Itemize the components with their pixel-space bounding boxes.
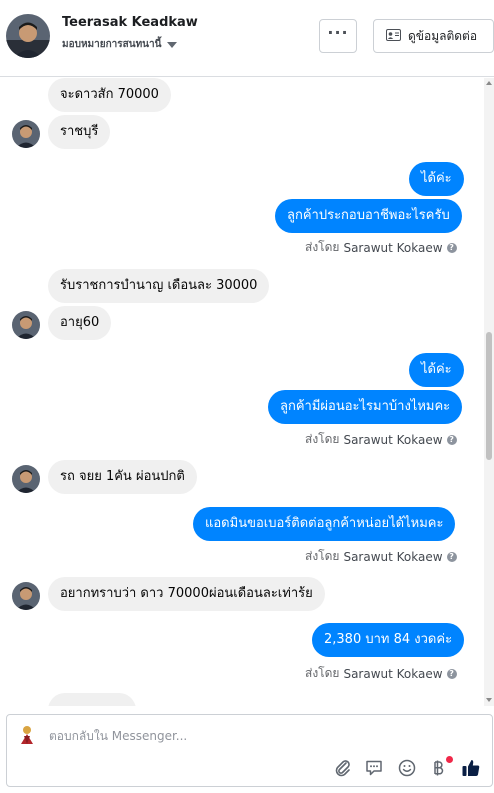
reply-input[interactable] [49, 725, 449, 747]
sent-by-label: ส่งโดย Sarawut Kokaew? [305, 238, 457, 257]
like-icon[interactable] [460, 757, 482, 779]
outgoing-message: ลูกค้ามีผ่อนอะไรมาบ้างไหมคะ [268, 390, 463, 424]
sender-name: Sarawut Kokaew [343, 549, 443, 564]
sender-avatar [12, 465, 40, 493]
scrollbar-thumb[interactable] [486, 332, 492, 460]
sender-name: Sarawut Kokaew [343, 240, 443, 255]
incoming-message: รถ จยย 1คัน ผ่อนปกติ [48, 460, 197, 494]
incoming-message: จะดาวสัก 70000 [48, 78, 171, 112]
message-thread[interactable]: จะดาวสัก 70000 ราชบุรี ได้ค่ะ ลูกค้าประก… [0, 78, 494, 706]
sender-avatar [12, 311, 40, 339]
outgoing-message: ได้ค่ะ [409, 162, 464, 196]
incoming-message: อยากทราบว่า ดาว 70000ผ่อนเดือนละเท่าร้ย [48, 577, 325, 611]
incoming-message: ราชบุรี [48, 115, 111, 149]
caret-down-icon [167, 41, 178, 48]
contact-avatar[interactable] [6, 14, 50, 58]
assign-label: มอบหมายการสนทนานี้ [62, 39, 162, 50]
info-icon[interactable]: ? [446, 551, 457, 562]
incoming-message-partial [48, 693, 136, 706]
scroll-down-icon[interactable] [486, 698, 492, 702]
sticker-icon[interactable] [363, 757, 385, 779]
contact-name: Teerasak Keadkaw [62, 15, 198, 30]
scroll-up-icon[interactable] [486, 81, 492, 85]
outgoing-message: แอดมินขอเบอร์ติดต่อลูกค้าหน่อยได้ไหมคะ [193, 507, 456, 541]
emoji-icon[interactable] [396, 757, 418, 779]
sender-name: Sarawut Kokaew [343, 432, 443, 447]
view-contact-info-button[interactable]: ดูข้อมูลติดต่อ [373, 19, 494, 53]
sent-by-label: ส่งโดย Sarawut Kokaew? [305, 547, 457, 566]
reply-composer [6, 714, 493, 787]
attachment-icon[interactable] [332, 757, 354, 779]
assign-conversation-dropdown[interactable]: มอบหมายการสนทนานี้ [62, 37, 178, 52]
thread-scrollbar[interactable] [484, 78, 494, 706]
contact-card-icon [386, 28, 401, 44]
sent-by-label: ส่งโดย Sarawut Kokaew? [305, 664, 457, 683]
outgoing-message: ลูกค้าประกอบอาชีพอะไรครับ [275, 199, 462, 233]
more-icon: ··· [327, 23, 349, 42]
more-options-button[interactable]: ··· [319, 19, 357, 53]
notification-dot [446, 756, 453, 763]
incoming-message: อายุ60 [48, 306, 112, 340]
info-icon[interactable]: ? [446, 242, 457, 253]
outgoing-message: ได้ค่ะ [409, 353, 464, 387]
sender-avatar [12, 582, 40, 610]
sender-name: Sarawut Kokaew [343, 666, 443, 681]
info-icon[interactable]: ? [446, 434, 457, 445]
sent-by-label: ส่งโดย Sarawut Kokaew? [305, 430, 457, 449]
sender-avatar [12, 120, 40, 148]
conversation-header: Teerasak Keadkaw มอบหมายการสนทนานี้ ··· … [0, 0, 494, 77]
incoming-message: รับราชการบำนาญ เดือนละ 30000 [48, 269, 270, 303]
view-contact-info-label: ดูข้อมูลติดต่อ [408, 28, 478, 43]
info-icon[interactable]: ? [446, 668, 457, 679]
outgoing-message: 2,380 บาท 84 งวดค่ะ [312, 623, 465, 657]
page-avatar [15, 722, 39, 746]
